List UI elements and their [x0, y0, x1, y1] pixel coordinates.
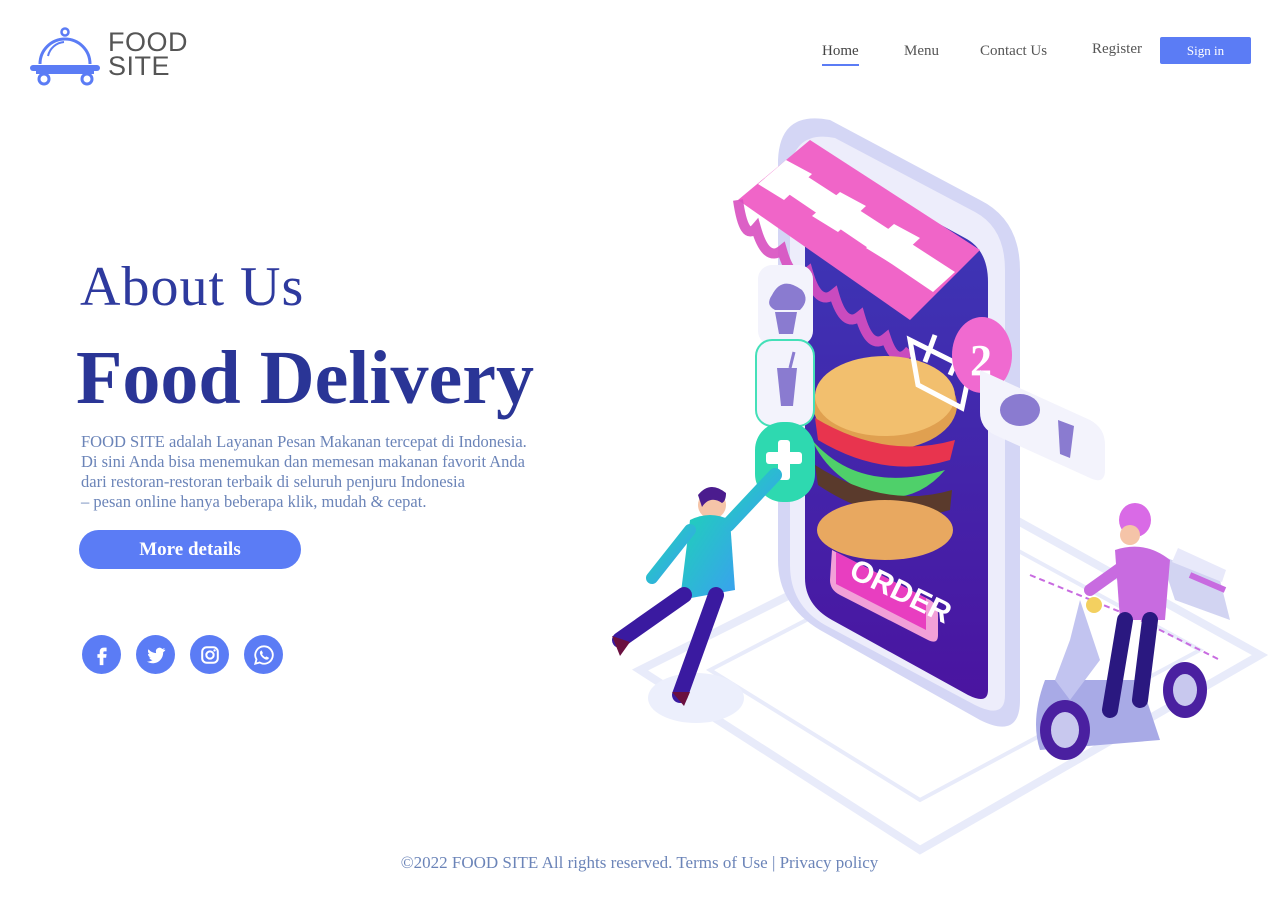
delivery-rider [1036, 503, 1230, 760]
hero-description: FOOD SITE adalah Layanan Pesan Makanan t… [81, 432, 601, 512]
description-line: – pesan online hanya beberapa klik, muda… [81, 492, 427, 511]
main-nav: Home Menu Contact Us Register Sign in [0, 37, 1279, 67]
privacy-policy-link[interactable]: Privacy policy [780, 853, 879, 872]
food-delivery-illustration: ORDER 2 [612, 118, 1269, 855]
nav-home[interactable]: Home [822, 43, 859, 66]
description-line: Di sini Anda bisa menemukan dan memesan … [81, 452, 526, 471]
more-details-button[interactable]: More details [79, 530, 301, 569]
nav-menu[interactable]: Menu [904, 43, 939, 60]
instagram-link[interactable] [190, 635, 229, 674]
social-links [82, 635, 283, 674]
footer-separator: | [771, 853, 776, 872]
cupcake-tile [758, 265, 813, 345]
whatsapp-icon [253, 644, 274, 665]
drink-tile [755, 339, 815, 427]
nav-contact-us[interactable]: Contact Us [980, 43, 1047, 60]
about-us-heading: About Us [80, 256, 305, 318]
whatsapp-link[interactable] [244, 635, 283, 674]
description-line: dari restoran-restoran terbaik di seluru… [81, 472, 465, 491]
instagram-icon [200, 645, 219, 664]
facebook-link[interactable] [82, 635, 121, 674]
copyright-text: ©2022 FOOD SITE All rights reserved. [400, 853, 673, 872]
customer-person [612, 468, 782, 723]
sign-in-button[interactable]: Sign in [1160, 37, 1251, 64]
facebook-icon [96, 647, 107, 665]
twitter-icon [146, 647, 165, 663]
twitter-link[interactable] [136, 635, 175, 674]
nav-register[interactable]: Register [1092, 41, 1142, 58]
footer: ©2022 FOOD SITE All rights reserved. Ter… [0, 853, 1279, 873]
page-title: Food Delivery [76, 336, 535, 420]
terms-of-use-link[interactable]: Terms of Use [676, 853, 767, 872]
description-line: FOOD SITE adalah Layanan Pesan Makanan t… [81, 432, 527, 451]
